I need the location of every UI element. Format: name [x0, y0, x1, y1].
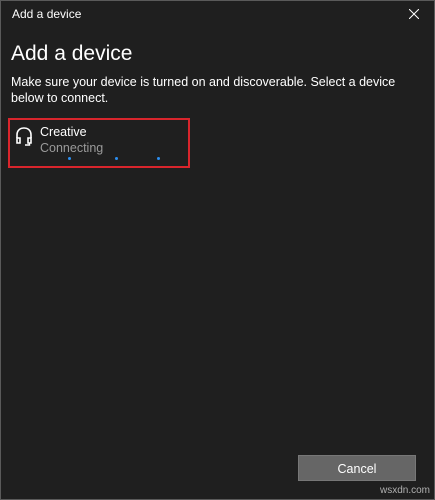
- progress-dot: [68, 157, 71, 160]
- add-device-window: Add a device Add a device Make sure your…: [0, 0, 435, 500]
- progress-dot: [157, 157, 160, 160]
- cancel-button[interactable]: Cancel: [298, 455, 416, 481]
- progress-dot: [115, 157, 118, 160]
- device-status: Connecting: [40, 141, 104, 155]
- close-button[interactable]: [394, 1, 434, 27]
- device-list-item[interactable]: Creative Connecting: [8, 118, 190, 168]
- headphones-icon: [16, 127, 32, 146]
- instructions-text: Make sure your device is turned on and d…: [11, 75, 396, 105]
- window-title: Add a device: [12, 7, 82, 21]
- watermark: wsxdn.com: [379, 485, 430, 496]
- page-title: Add a device: [11, 42, 133, 65]
- device-name: Creative: [40, 125, 87, 139]
- title-bar: Add a device: [1, 1, 434, 27]
- connecting-progress-indicator: [10, 157, 188, 161]
- close-icon: [409, 9, 419, 19]
